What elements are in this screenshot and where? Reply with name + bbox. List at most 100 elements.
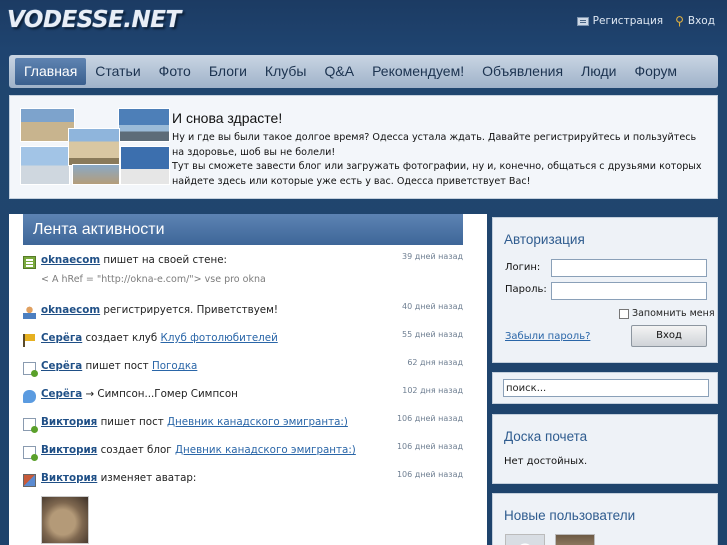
tab-articles[interactable]: Статьи bbox=[86, 58, 149, 85]
avatar-change-icon bbox=[23, 474, 36, 487]
key-icon: ⚲ bbox=[675, 14, 684, 28]
password-label: Пароль: bbox=[505, 284, 547, 295]
remember-label: Запомнить меня bbox=[632, 308, 715, 319]
doc-add-icon bbox=[23, 446, 38, 461]
feed-item: Серёга → Симпсон...Гомер Симпсон 102 дня… bbox=[23, 386, 463, 414]
flag-icon bbox=[23, 334, 36, 347]
welcome-panel: И снова здрасте! Ну и где вы были такое … bbox=[9, 95, 718, 199]
collage-photo bbox=[20, 108, 75, 142]
tab-people[interactable]: Люди bbox=[572, 58, 625, 85]
feed-item: oknaecom регистрируется. Приветствуем! 4… bbox=[23, 302, 463, 330]
user-link[interactable]: Виктория bbox=[41, 444, 97, 456]
user-add-icon bbox=[23, 306, 36, 319]
user-link[interactable]: oknaecom bbox=[41, 304, 100, 316]
doc-add-icon bbox=[23, 362, 38, 377]
feed-item: Серёга пишет пост Погодка 62 дня назад bbox=[23, 358, 463, 386]
tab-forum[interactable]: Форум bbox=[625, 58, 686, 85]
feed-time: 62 дня назад bbox=[407, 358, 463, 367]
user-link[interactable]: Серёга bbox=[41, 388, 82, 400]
user-link[interactable]: oknaecom bbox=[41, 254, 100, 266]
login-button[interactable]: Вход bbox=[631, 325, 707, 347]
feed-time: 39 дней назад bbox=[402, 252, 463, 261]
tab-blogs[interactable]: Блоги bbox=[200, 58, 256, 85]
feed-text: Виктория создает блог Дневник канадского… bbox=[41, 444, 356, 456]
post-link[interactable]: Дневник канадского эмигранта:) bbox=[167, 416, 348, 428]
feed-text: Серёга → Симпсон...Гомер Симпсон bbox=[41, 388, 238, 400]
auth-title: Авторизация bbox=[504, 232, 585, 247]
collage-photo bbox=[120, 146, 170, 185]
remember-me[interactable]: Запомнить меня bbox=[619, 308, 715, 319]
blog-link[interactable]: Дневник канадского эмигранта:) bbox=[175, 444, 356, 456]
honor-title: Доска почета bbox=[504, 429, 588, 444]
feed-time: 102 дня назад bbox=[402, 386, 463, 395]
tab-clubs[interactable]: Клубы bbox=[256, 58, 316, 85]
user-link[interactable]: Серёга bbox=[41, 332, 82, 344]
tab-recommend[interactable]: Рекомендуем! bbox=[363, 58, 473, 85]
password-input[interactable] bbox=[551, 282, 707, 300]
feed-text: Виктория изменяет аватар: bbox=[41, 472, 196, 484]
feed-text: oknaecom пишет на своей стене: bbox=[41, 254, 227, 266]
collage-photo bbox=[72, 164, 120, 185]
main-nav: Главная Статьи Фото Блоги Клубы Q&A Реко… bbox=[9, 55, 718, 88]
site-logo[interactable]: VODESSE.NET bbox=[7, 7, 181, 33]
feed-text: Серёга создает клуб Клуб фотолюбителей bbox=[41, 332, 278, 344]
feed-time: 40 дней назад bbox=[402, 302, 463, 311]
tab-ads[interactable]: Объявления bbox=[473, 58, 572, 85]
forgot-password-link[interactable]: Забыли пароль? bbox=[505, 331, 590, 342]
remember-checkbox[interactable] bbox=[619, 308, 629, 319]
feed-time: 106 дней назад bbox=[396, 470, 463, 479]
site-header: VODESSE.NET Регистрация ⚲ Вход bbox=[0, 0, 727, 50]
feed-item: oknaecom пишет на своей стене: 39 дней н… bbox=[23, 252, 463, 302]
feed-action: пишет пост bbox=[100, 416, 164, 428]
login-link[interactable]: ⚲ Вход bbox=[675, 15, 715, 27]
feed-time: 55 дней назад bbox=[402, 330, 463, 339]
feed-time: 106 дней назад bbox=[396, 414, 463, 423]
collage-photo bbox=[20, 146, 70, 185]
honor-text: Нет достойных. bbox=[504, 456, 588, 467]
feed-text: Виктория пишет пост Дневник канадского э… bbox=[41, 416, 348, 428]
user-link[interactable]: Виктория bbox=[41, 472, 97, 484]
top-links: Регистрация ⚲ Вход bbox=[576, 15, 715, 27]
post-link[interactable]: Погодка bbox=[152, 360, 197, 372]
feed-item: Серёга создает клуб Клуб фотолюбителей 5… bbox=[23, 330, 463, 358]
user-avatar[interactable] bbox=[505, 534, 545, 545]
user-avatar[interactable] bbox=[555, 534, 595, 545]
welcome-text: Ну и где вы были такое долгое время? Оде… bbox=[172, 131, 702, 189]
auth-panel: Авторизация Логин: Пароль: Запомнить мен… bbox=[492, 217, 718, 363]
welcome-line: Ну и где вы были такое долгое время? Оде… bbox=[172, 132, 697, 158]
user-link[interactable]: Серёга bbox=[41, 360, 82, 372]
tab-photo[interactable]: Фото bbox=[150, 58, 200, 85]
collage-photo bbox=[118, 108, 170, 142]
feed-action: создает клуб bbox=[85, 332, 158, 344]
new-users-title: Новые пользователи bbox=[504, 508, 636, 523]
honor-board: Доска почета Нет достойных. bbox=[492, 414, 718, 484]
tab-home[interactable]: Главная bbox=[15, 58, 87, 85]
feed-action: изменяет аватар: bbox=[100, 472, 197, 484]
feed-action: пишет на своей стене: bbox=[103, 254, 228, 266]
new-users-panel: Новые пользователи bbox=[492, 493, 718, 545]
welcome-title: И снова здрасте! bbox=[172, 110, 283, 126]
feed-title: Лента активности bbox=[23, 214, 463, 245]
note-icon bbox=[23, 256, 36, 269]
wall-post-text: < A hRef = "http://okna-e.com/"> vse pro… bbox=[41, 274, 266, 285]
feed-action: создает блог bbox=[100, 444, 172, 456]
user-link[interactable]: Виктория bbox=[41, 416, 97, 428]
tab-qa[interactable]: Q&A bbox=[315, 58, 363, 85]
register-link[interactable]: Регистрация bbox=[576, 15, 664, 27]
welcome-line: Тут вы сможете завести блог или загружат… bbox=[172, 161, 702, 187]
feed-text: oknaecom регистрируется. Приветствуем! bbox=[41, 304, 278, 316]
club-link[interactable]: Клуб фотолюбителей bbox=[161, 332, 278, 344]
login-input[interactable] bbox=[551, 259, 707, 277]
feed-action: → Симпсон...Гомер Симпсон bbox=[85, 388, 238, 400]
search-input[interactable] bbox=[503, 379, 709, 397]
avatar-thumbnail[interactable] bbox=[41, 496, 89, 544]
feed-item: Виктория создает блог Дневник канадского… bbox=[23, 442, 463, 470]
feed-time: 106 дней назад bbox=[396, 442, 463, 451]
feed-list: oknaecom пишет на своей стене: 39 дней н… bbox=[23, 252, 463, 545]
feed-text: Серёга пишет пост Погодка bbox=[41, 360, 197, 372]
odessa-photo-collage bbox=[20, 108, 170, 185]
activity-feed: Лента активности oknaecom пишет на своей… bbox=[9, 214, 487, 545]
feed-action: пишет пост bbox=[85, 360, 149, 372]
register-label: Регистрация bbox=[592, 15, 664, 27]
feed-item: Виктория пишет пост Дневник канадского э… bbox=[23, 414, 463, 442]
